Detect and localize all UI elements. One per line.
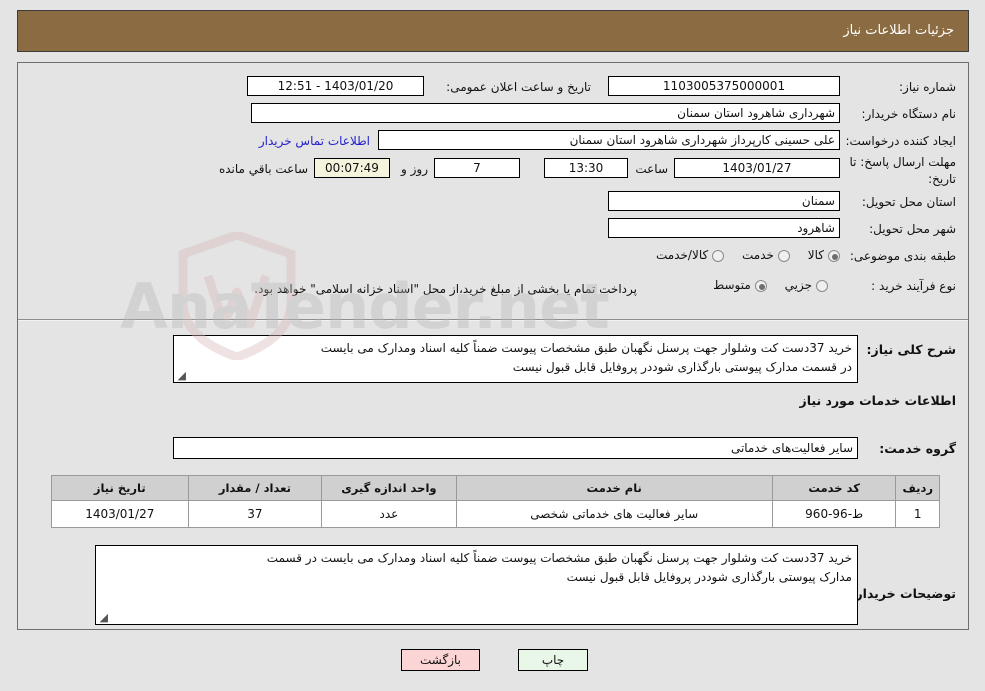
process-radio-group: جزیي متوسط xyxy=(699,278,828,293)
section-divider-top xyxy=(18,319,968,321)
requester-label: ایجاد کننده درخواست: xyxy=(845,134,956,148)
resize-grip-icon[interactable]: ◢ xyxy=(176,370,186,381)
category-radio-label-0: کالا xyxy=(807,248,824,262)
summary-line-1: خرید 37دست کت وشلوار جهت پرسنل نگهبان طب… xyxy=(320,341,852,355)
buyer-notes-label: توضیحات خریدار: xyxy=(850,586,956,601)
deadline-time-label: ساعت xyxy=(635,162,668,176)
cell-quantity: 37 xyxy=(187,500,323,528)
public-announce-label: تاریخ و ساعت اعلان عمومی: xyxy=(446,80,591,94)
deadline-label: مهلت ارسال پاسخ: تا تاریخ: xyxy=(849,155,956,186)
col-header-row-no: ردیف xyxy=(895,475,940,501)
countdown-timer: 00:07:49 xyxy=(314,158,390,178)
public-announce-value: 1403/01/20 - 12:51 xyxy=(247,76,424,96)
service-group-value: سایر فعالیت‌های خدماتی xyxy=(173,437,858,459)
table-header-row: ردیف کد خدمت نام خدمت واحد اندازه گیری ت… xyxy=(51,475,940,501)
requester-value: علی حسینی کارپرداز شهرداری شاهرود استان … xyxy=(378,130,840,150)
col-header-date: تاریخ نیاز xyxy=(51,475,189,501)
category-radio-0[interactable] xyxy=(828,250,840,262)
cell-unit: عدد xyxy=(321,500,457,528)
buyer-contact-link[interactable]: اطلاعات تماس خریدار xyxy=(259,134,370,148)
page-root: جزئیات اطلاعات نیاز شماره نیاز: 11030053… xyxy=(0,0,985,691)
buyer-org-value: شهرداری شاهرود استان سمنان xyxy=(251,103,840,123)
category-radio-label-1: خدمت xyxy=(742,248,774,262)
days-unit-label: روز و xyxy=(401,162,428,176)
delivery-city-value: شاهرود xyxy=(608,218,840,238)
print-button[interactable]: چاپ xyxy=(518,649,588,671)
services-table: ردیف کد خدمت نام خدمت واحد اندازه گیری ت… xyxy=(51,475,940,528)
col-header-quantity: تعداد / مقدار xyxy=(187,475,323,501)
category-radio-group: کالا خدمت کالا/خدمت xyxy=(642,248,840,263)
countdown-suffix-label: ساعت باقي مانده xyxy=(218,162,308,176)
delivery-province-value: سمنان xyxy=(608,191,840,211)
details-panel: شماره نیاز: 1103005375000001 تاریخ و ساع… xyxy=(17,62,969,630)
summary-label: شرح کلی نیاز: xyxy=(866,342,956,357)
delivery-city-label: شهر محل تحویل: xyxy=(869,222,956,236)
cell-row-no: 1 xyxy=(895,500,940,528)
buyer-notes-textarea[interactable]: خرید 37دست کت وشلوار جهت پرسنل نگهبان طب… xyxy=(95,545,858,625)
process-radio-0[interactable] xyxy=(816,280,828,292)
col-header-code: کد خدمت xyxy=(771,475,897,501)
cell-date: 1403/01/27 xyxy=(51,500,189,528)
col-header-unit: واحد اندازه گیری xyxy=(321,475,457,501)
service-group-label: گروه خدمت: xyxy=(879,441,956,456)
summary-textarea[interactable]: خرید 37دست کت وشلوار جهت پرسنل نگهبان طب… xyxy=(173,335,858,383)
process-radio-label-1: متوسط xyxy=(713,278,751,292)
resize-grip-icon-2[interactable]: ◢ xyxy=(98,612,108,623)
process-note: پرداخت تمام یا بخشی از مبلغ خرید،از محل … xyxy=(254,282,637,296)
process-radio-1[interactable] xyxy=(754,280,767,292)
buyer-org-label: نام دستگاه خریدار: xyxy=(861,107,957,121)
deadline-time-value: 13:30 xyxy=(544,158,628,178)
page-title: جزئیات اطلاعات نیاز xyxy=(843,23,954,38)
delivery-province-label: استان محل تحویل: xyxy=(861,195,956,209)
process-label: نوع فرآیند خرید : xyxy=(871,279,956,293)
page-header-bar: جزئیات اطلاعات نیاز xyxy=(17,10,969,52)
need-number-value: 1103005375000001 xyxy=(608,76,840,96)
category-radio-2[interactable] xyxy=(712,250,725,262)
category-label: طبقه بندی موضوعی: xyxy=(849,249,956,263)
buyer-notes-line-1: خرید 37دست کت وشلوار جهت پرسنل نگهبان طب… xyxy=(266,551,852,565)
summary-line-2: در قسمت مدارک پیوستی بارگذاری شوددر پروف… xyxy=(512,360,852,374)
buyer-notes-line-2: مدارک پیوستی بارگذاری شوددر پروفایل قابل… xyxy=(566,570,852,584)
services-section-heading: اطلاعات خدمات مورد نیاز xyxy=(799,393,957,408)
cell-code: ط-96-960 xyxy=(771,500,897,528)
col-header-name: نام خدمت xyxy=(455,475,773,501)
table-row: 1 ط-96-960 سایر فعالیت های خدماتی شخصی ع… xyxy=(51,500,940,528)
need-number-label: شماره نیاز: xyxy=(899,80,956,94)
deadline-date-value: 1403/01/27 xyxy=(674,158,840,178)
process-radio-label-0: جزیي xyxy=(784,278,812,292)
back-button[interactable]: بازگشت xyxy=(401,649,480,671)
cell-name: سایر فعالیت های خدماتی شخصی xyxy=(455,500,773,528)
category-radio-1[interactable] xyxy=(777,250,790,262)
remaining-days-value: 7 xyxy=(434,158,520,178)
category-radio-label-2: کالا/خدمت xyxy=(656,248,709,262)
